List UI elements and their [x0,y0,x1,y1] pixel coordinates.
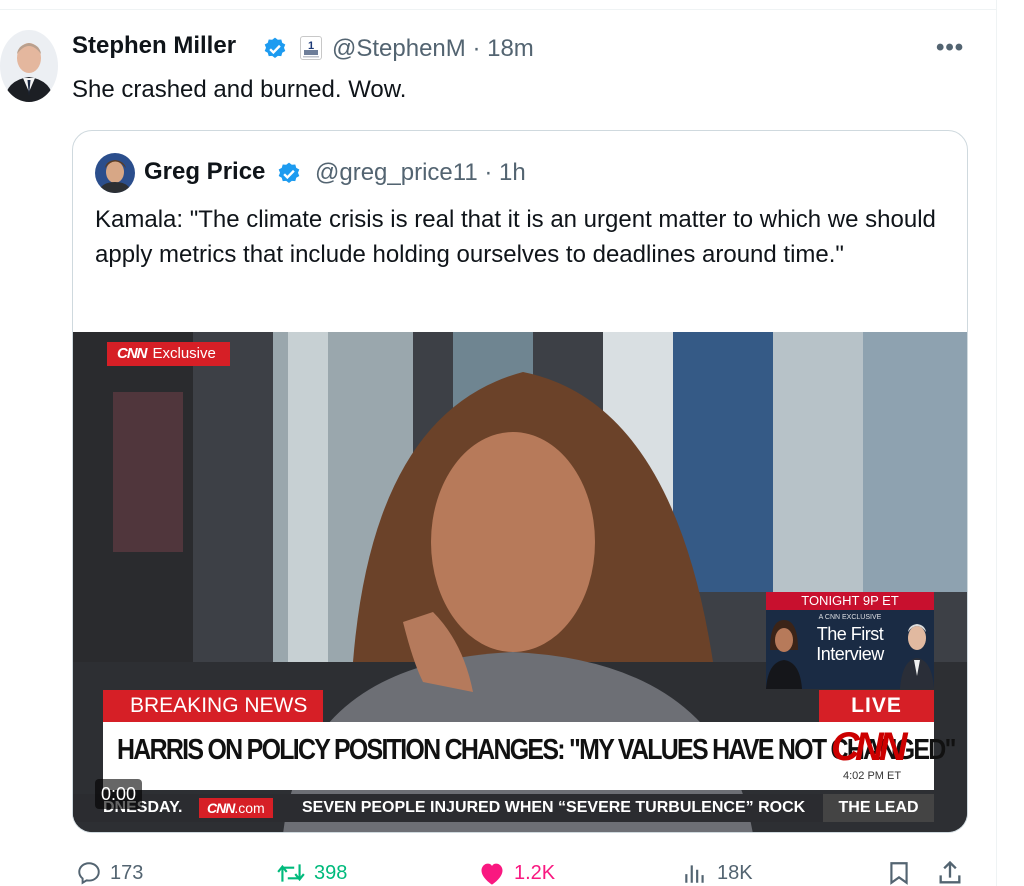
author-avatar[interactable] [0,30,58,102]
author-name[interactable]: Stephen Miller [72,32,236,60]
promo-time: TONIGHT 9P ET [766,592,934,610]
right-divider [996,0,997,886]
cnn-exclusive-tag: CNN Exclusive [107,342,230,366]
views-button[interactable]: 18K [681,858,753,886]
quoted-author-name[interactable]: Greg Price [144,158,265,186]
video-timestamp: 0:00 [95,779,143,809]
reply-count: 173 [110,861,144,884]
video-player[interactable]: CNN Exclusive TONIGHT 9P ET A CNN EXCLUS… [73,332,967,832]
breaking-news-label: BREAKING NEWS [103,690,324,722]
quoted-tweet-card[interactable]: Greg Price @greg_price11 · 1h Kamala: "T… [72,130,968,833]
like-button[interactable]: 1.2K [478,858,555,886]
cnn-com-logo: CNN.com [199,798,273,818]
cnn-logo: CNN [831,725,908,769]
quoted-author-avatar[interactable] [95,153,135,193]
more-options-button[interactable]: ••• [936,34,964,62]
share-icon [939,860,961,884]
share-button[interactable] [936,858,964,886]
show-name: THE LEAD [823,794,934,822]
reply-button[interactable]: 173 [76,858,143,886]
verified-badge-icon [264,37,286,58]
affiliation-badge-icon[interactable]: 1 [300,36,322,60]
reply-icon [78,862,100,885]
like-count: 1.2K [514,861,556,884]
broadcast-time: 4:02 PM ET [843,770,902,782]
views-count: 18K [717,861,753,884]
svg-text:1: 1 [308,40,314,52]
views-icon [685,865,704,883]
live-label: LIVE [819,690,934,722]
ticker-text: SEVEN PEOPLE INJURED WHEN “SEVERE TURBUL… [302,799,806,816]
news-headline-bar: HARRIS ON POLICY POSITION CHANGES: "MY V… [103,722,956,790]
promo-portrait-left [766,610,802,689]
cnn-com-logo-mark: CNN [207,800,235,816]
verified-badge-icon [278,162,300,183]
promo-box: TONIGHT 9P ET A CNN EXCLUSIVE The First … [766,592,934,689]
tweet-text: She crashed and burned. Wow. [72,76,407,103]
cnn-tag-logo: CNN [117,345,147,362]
news-headline: HARRIS ON POLICY POSITION CHANGES: "MY V… [117,734,956,766]
quoted-tweet-text: Kamala: "The climate crisis is real that… [95,206,936,268]
author-handle[interactable]: @StephenM · 18m [332,35,534,63]
bookmark-icon [890,862,908,885]
cnn-com-logo-suffix: .com [234,800,265,816]
heart-icon [481,863,503,885]
repost-button[interactable]: 398 [276,858,347,886]
repost-count: 398 [314,861,348,884]
repost-icon [277,864,305,882]
promo-portrait-right [900,610,934,689]
promo-subtitle: A CNN EXCLUSIVE [818,614,882,621]
news-ticker: DNESDAY. CNN.com SEVEN PEOPLE INJURED WH… [73,794,934,822]
top-divider [0,9,996,10]
bookmark-button[interactable] [886,858,912,886]
cnn-tag-label: Exclusive [152,345,216,362]
promo-title: The First Interview [816,624,884,664]
quoted-author-handle[interactable]: @greg_price11 · 1h [315,159,526,187]
